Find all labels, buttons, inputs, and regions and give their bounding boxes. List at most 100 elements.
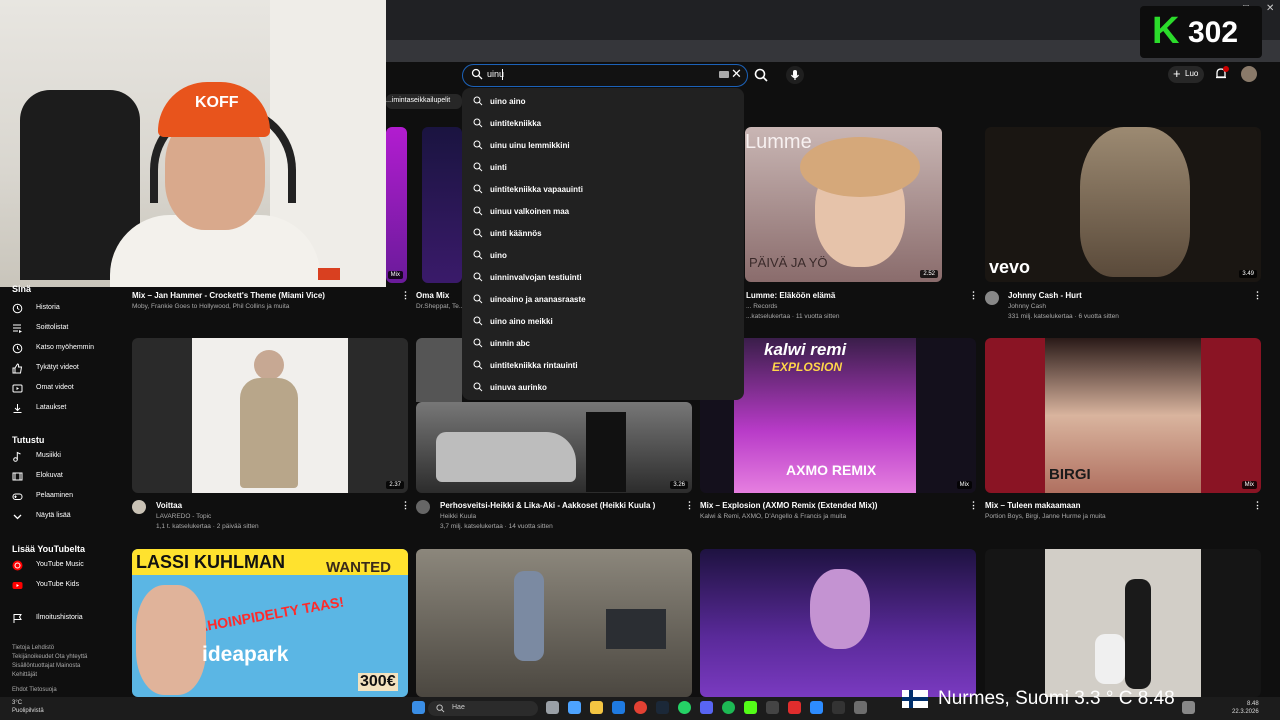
- video-title[interactable]: Lumme: Eläköön elämä: [746, 291, 835, 300]
- app-icon[interactable]: [810, 701, 823, 714]
- search-suggestions-dropdown[interactable]: uino aino uintitekniikka uinu uinu lemmi…: [462, 88, 744, 400]
- footer-link-row[interactable]: Ehdot Tietosuoja: [12, 686, 122, 695]
- app-icon[interactable]: [854, 701, 867, 714]
- video-title[interactable]: Perhosveitsi-Heikki & Lika-Aki - Aakkose…: [440, 501, 655, 510]
- sidebar-item-movies[interactable]: Elokuvat: [8, 468, 118, 486]
- account-avatar[interactable]: [1241, 66, 1257, 82]
- steam-icon[interactable]: [656, 701, 669, 714]
- suggestion-item[interactable]: uinuva aurinko: [462, 376, 744, 398]
- suggestion-item[interactable]: uintitekniikka vapaauinti: [462, 178, 744, 200]
- taskbar-clock[interactable]: 8.48 22.3.2026: [1232, 700, 1259, 716]
- suggestion-item[interactable]: uino aino: [462, 90, 744, 112]
- suggestion-item[interactable]: uino aino meikki: [462, 310, 744, 332]
- video-thumbnail[interactable]: 2.37: [132, 338, 408, 493]
- video-thumbnail[interactable]: Lumme PÄIVÄ JA YÖ 2.52: [745, 127, 942, 282]
- sidebar-item-your-videos[interactable]: Omat videot: [8, 380, 118, 398]
- more-options-icon[interactable]: ⋮: [401, 290, 410, 301]
- weather-widget[interactable]: 3°C Puolipilvistä: [12, 699, 44, 715]
- search-button[interactable]: [752, 66, 770, 84]
- x-icon[interactable]: [832, 701, 845, 714]
- more-options-icon[interactable]: ⋮: [969, 290, 978, 301]
- video-thumbnail[interactable]: [700, 549, 976, 697]
- create-button[interactable]: + Luo: [1168, 66, 1204, 83]
- suggestion-item[interactable]: uino: [462, 244, 744, 266]
- sidebar-item-liked-videos[interactable]: Tykätyt videot: [8, 360, 118, 378]
- sidebar-item-report-history[interactable]: Ilmoitushistoria: [8, 610, 118, 628]
- more-options-icon[interactable]: ⋮: [1253, 500, 1262, 511]
- footer-link-row[interactable]: Tekijänoikeudet Ota yhteyttä: [12, 653, 122, 662]
- video-channel[interactable]: Portion Boys, Birgi, Janne Hurme ja muit…: [985, 513, 1106, 520]
- sidebar-item-watch-later[interactable]: Katso myöhemmin: [8, 340, 118, 358]
- video-channel[interactable]: Moby, Frankie Goes to Hollywood, Phil Co…: [132, 303, 289, 310]
- search-input[interactable]: uinu ✕: [462, 64, 748, 87]
- suggestion-item[interactable]: uintitekniikka: [462, 112, 744, 134]
- suggestion-item[interactable]: uintitekniikka rintauinti: [462, 354, 744, 376]
- clear-search-icon[interactable]: ✕: [731, 66, 742, 82]
- spotify-icon[interactable]: [722, 701, 735, 714]
- sidebar-item-music[interactable]: Musiikki: [8, 448, 118, 466]
- start-button-icon[interactable]: [412, 701, 425, 714]
- footer-links[interactable]: Tietoja Lehdistö Tekijänoikeudet Ota yht…: [12, 644, 122, 680]
- channel-avatar[interactable]: [132, 500, 146, 514]
- video-thumbnail[interactable]: [416, 549, 692, 697]
- suggestion-item[interactable]: uinti: [462, 156, 744, 178]
- more-options-icon[interactable]: ⋮: [969, 500, 978, 511]
- video-title[interactable]: Mix – Tuleen makaamaan: [985, 501, 1080, 510]
- video-thumbnail[interactable]: BIRGI Mix: [985, 338, 1261, 493]
- video-channel[interactable]: Johnny Cash: [1008, 303, 1046, 310]
- app-icon[interactable]: [788, 701, 801, 714]
- sidebar-heading-you[interactable]: Sinä: [12, 284, 31, 294]
- video-channel[interactable]: ... Records: [746, 303, 777, 310]
- video-channel[interactable]: Dr.Sheppat, Te...: [416, 303, 464, 310]
- sidebar-item-show-more[interactable]: Näytä lisää: [8, 508, 118, 526]
- channel-avatar[interactable]: [416, 500, 430, 514]
- more-options-icon[interactable]: ⋮: [685, 500, 694, 511]
- suggestion-item[interactable]: uinnin abc: [462, 332, 744, 354]
- video-thumbnail[interactable]: [985, 549, 1261, 697]
- obs-icon[interactable]: [766, 701, 779, 714]
- volume-icon[interactable]: [1182, 701, 1195, 714]
- sidebar-item-downloads[interactable]: Lataukset: [8, 400, 118, 418]
- video-title[interactable]: Johnny Cash - Hurt: [1008, 291, 1082, 300]
- taskbar-search[interactable]: Hae: [428, 701, 538, 716]
- mail-icon[interactable]: [612, 701, 625, 714]
- more-options-icon[interactable]: ⋮: [401, 500, 410, 511]
- footer-link-row[interactable]: Sisällöntuottajat Mainosta: [12, 662, 122, 671]
- task-view-icon[interactable]: [546, 701, 559, 714]
- chrome-icon[interactable]: [634, 701, 647, 714]
- video-channel[interactable]: Kalwi & Remi, AXMO, D'Angello & Francis …: [700, 513, 846, 520]
- footer-link-row[interactable]: Tietoja Lehdistö: [12, 644, 122, 653]
- video-thumbnail[interactable]: LASSI KUHLMAN WANTED PAHOINPIDELTY TAAS!…: [132, 549, 408, 697]
- copilot-icon[interactable]: [568, 701, 581, 714]
- sidebar-item-youtube-kids[interactable]: YouTube Kids: [8, 577, 118, 595]
- discord-icon[interactable]: [700, 701, 713, 714]
- suggestion-item[interactable]: uinninvalvojan testiuinti: [462, 266, 744, 288]
- kick-icon[interactable]: [744, 701, 757, 714]
- keyboard-icon[interactable]: [719, 71, 729, 78]
- video-thumbnail[interactable]: vevo 3.49: [985, 127, 1261, 282]
- sidebar-item-playlists[interactable]: Soittolistat: [8, 320, 118, 338]
- suggestion-item[interactable]: uinti käännös: [462, 222, 744, 244]
- close-window-icon[interactable]: ✕: [1266, 3, 1274, 14]
- video-channel[interactable]: Heikki Kuula: [440, 513, 476, 520]
- sidebar-item-youtube-music[interactable]: YouTube Music: [8, 557, 118, 575]
- video-channel[interactable]: LAVAREDO - Topic: [156, 513, 211, 520]
- sidebar-item-gaming[interactable]: Pelaaminen: [8, 488, 118, 506]
- video-thumbnail[interactable]: [422, 127, 462, 283]
- suggestion-item[interactable]: uinoaino ja ananasraaste: [462, 288, 744, 310]
- video-title[interactable]: Oma Mix: [416, 291, 449, 300]
- sidebar-item-history[interactable]: Historia: [8, 300, 118, 318]
- video-thumbnail[interactable]: 3.26: [416, 402, 692, 493]
- filter-chip[interactable]: ...imintaseikkailupelit: [386, 94, 462, 109]
- footer-link-row[interactable]: Kehittäjät: [12, 671, 122, 680]
- suggestion-item[interactable]: uinuu valkoinen maa: [462, 200, 744, 222]
- video-title[interactable]: Voittaa: [156, 501, 182, 510]
- video-title[interactable]: Mix – Explosion (AXMO Remix (Extended Mi…: [700, 501, 877, 510]
- video-title[interactable]: Mix – Jan Hammer - Crockett's Theme (Mia…: [132, 291, 325, 300]
- video-thumbnail[interactable]: Mix: [386, 127, 407, 283]
- file-explorer-icon[interactable]: [590, 701, 603, 714]
- more-options-icon[interactable]: ⋮: [1253, 290, 1262, 301]
- channel-avatar[interactable]: [985, 291, 999, 305]
- microphone-icon[interactable]: [786, 66, 804, 84]
- whatsapp-icon[interactable]: [678, 701, 691, 714]
